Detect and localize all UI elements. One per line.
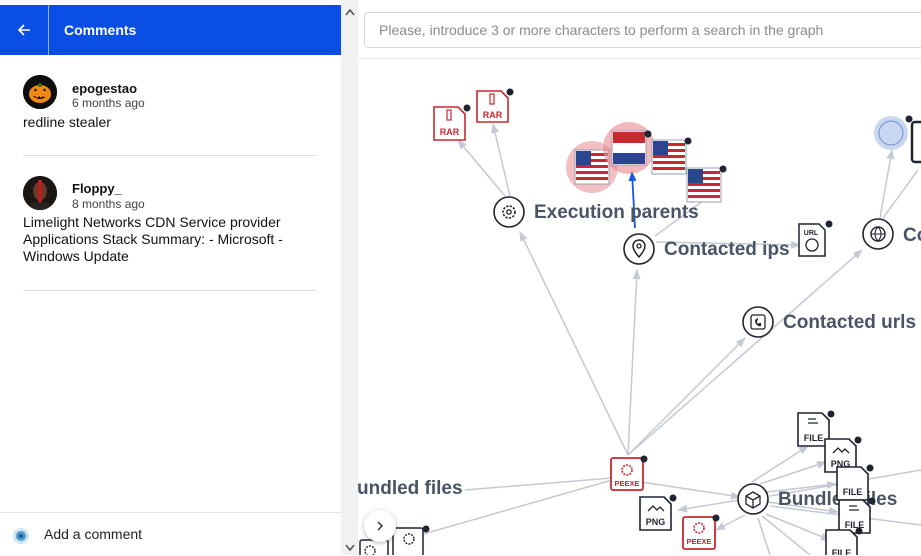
scroll-down-arrow[interactable] [341,541,358,555]
svg-text:RAR: RAR [483,110,503,120]
country-node-us[interactable] [651,137,692,175]
file-node[interactable]: FILE [836,464,874,501]
scroll-up-arrow[interactable] [341,5,358,19]
comment-author[interactable]: epogestao [72,81,137,96]
rar-file-node[interactable]: RAR [476,88,514,123]
bundled-file-stack[interactable] [359,539,389,555]
graph-canvas[interactable]: RAR RAR Execution parents Contacted ips … [358,0,921,555]
rar-file-node[interactable]: RAR [433,104,471,141]
contacted-ips-label: Contacted ips [664,239,790,260]
comments-header: Comments [0,5,341,55]
svg-text:FILE: FILE [832,548,852,555]
execution-parents-node[interactable] [493,196,525,228]
country-node-us[interactable] [686,165,727,203]
comment-time: 8 months ago [72,197,145,211]
comment-text: redline stealer [23,114,111,130]
svg-text:FILE: FILE [804,433,824,443]
add-comment-label: Add a comment [44,526,143,542]
peexe-file-node[interactable]: PEEXE [682,514,720,550]
contacted-domains-node[interactable] [862,218,894,250]
arrow-left-icon [17,24,30,36]
contacted-urls-label: Contacted urls [783,312,916,333]
back-button[interactable] [0,5,49,55]
chevron-up-icon [344,8,355,16]
expand-panel-button[interactable] [364,510,396,542]
chevron-right-icon [377,521,384,531]
png-file-node[interactable]: PNG [639,494,677,531]
comment-time: 6 months ago [72,96,145,110]
contacted-domains-label: Co [903,225,921,246]
avatar [23,176,57,210]
svg-text:PEEXE: PEEXE [686,537,711,546]
file-node[interactable]: FILE [838,497,876,534]
svg-text:FILE: FILE [843,487,863,497]
country-node-nl[interactable] [603,122,655,174]
panel-title: Comments [64,22,137,38]
svg-text:PNG: PNG [646,517,666,527]
user-avatar-icon [13,528,29,544]
peexe-file-node[interactable]: PEEXE [610,455,648,491]
comment-author[interactable]: Floppy_ [72,181,122,196]
url-file-node[interactable]: URL [798,220,833,257]
graph-search-input[interactable] [364,12,921,48]
globe-node[interactable] [874,115,913,151]
add-comment-button[interactable]: Add a comment [0,512,341,556]
svg-text:RAR: RAR [440,127,460,137]
comment-text: Limelight Networks CDN Service provider … [23,214,283,264]
svg-text:URL: URL [804,230,819,237]
pumpkin-avatar-icon [23,75,57,109]
file-node[interactable]: FILE [825,527,863,556]
comment-item: epogestao 6 months ago redline stealer [23,75,316,156]
relations-graph[interactable]: RAR RAR Execution parents Contacted ips … [358,0,921,555]
comments-panel: Comments epogestao 6 months ago redline … [0,0,341,555]
avatar [23,75,57,109]
svg-text:PEEXE: PEEXE [614,479,639,488]
sidebar-scrollbar[interactable] [341,0,358,555]
bundled-files-node[interactable] [737,483,769,515]
execution-parents-label: Execution parents [534,202,699,223]
bundled-file-stack[interactable] [392,525,430,556]
graph-search-bar [358,0,921,59]
chevron-down-icon [344,544,355,552]
bundled-files-left-label: undled files [358,478,463,499]
partial-node[interactable] [910,120,921,164]
contacted-ips-node[interactable] [623,233,655,265]
comment-item: Floppy_ 8 months ago Limelight Networks … [23,176,316,291]
person-avatar-icon [23,176,57,210]
contacted-urls-node[interactable] [742,306,774,338]
